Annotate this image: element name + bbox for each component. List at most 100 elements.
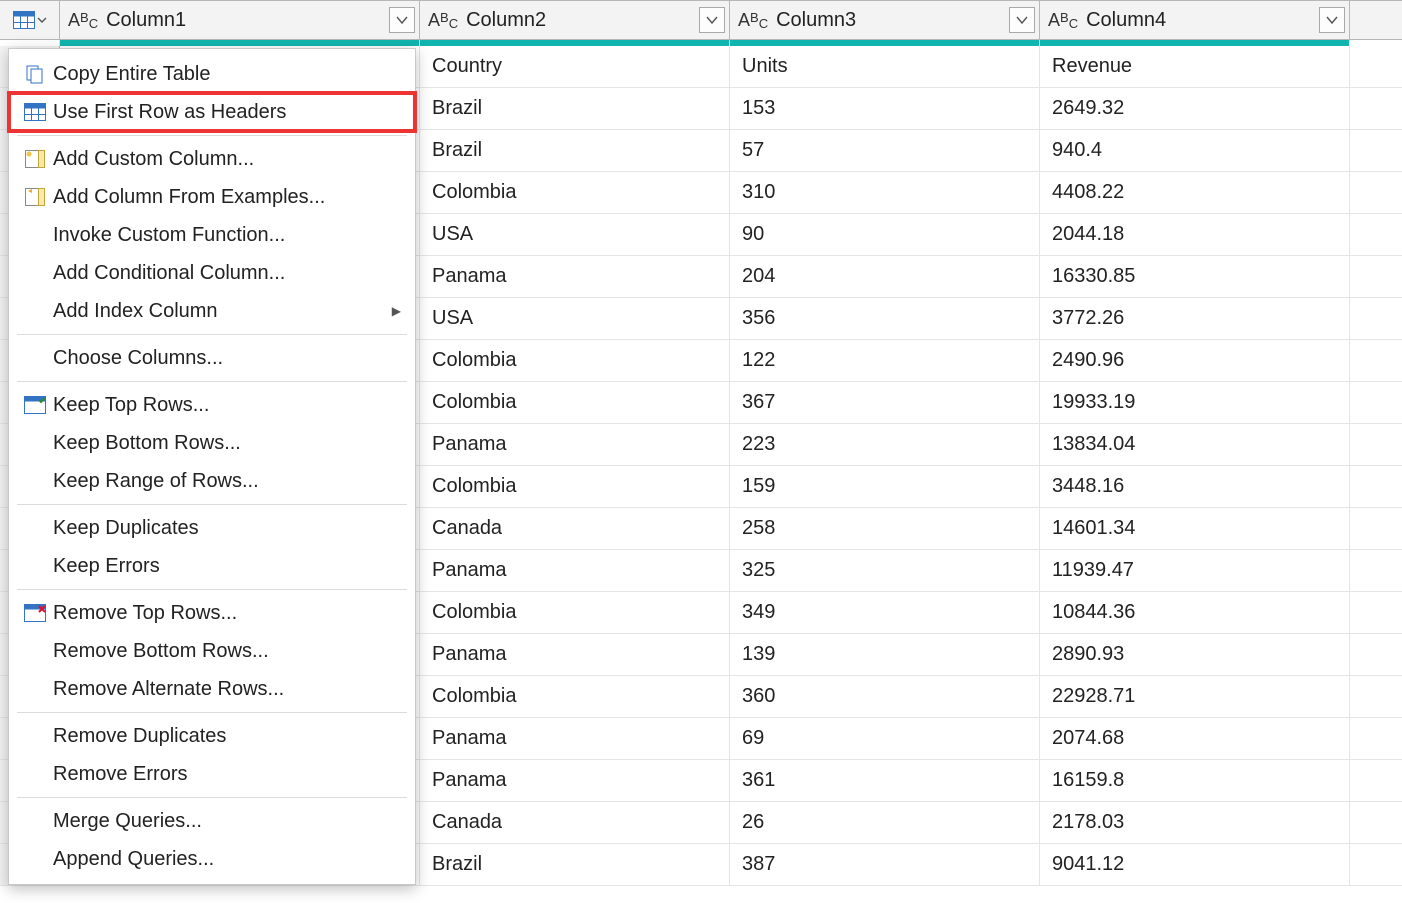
cell[interactable]: 16159.8	[1040, 760, 1350, 801]
column-header-Column2[interactable]: ABC Column2	[420, 1, 730, 39]
menu-choose-columns[interactable]: Choose Columns...	[9, 339, 415, 377]
cell[interactable]: 13834.04	[1040, 424, 1350, 465]
cell[interactable]: Panama	[420, 424, 730, 465]
cell[interactable]: Panama	[420, 634, 730, 675]
cell[interactable]: Panama	[420, 256, 730, 297]
cell[interactable]: Brazil	[420, 844, 730, 885]
menu-add-conditional-column[interactable]: Add Conditional Column...	[9, 254, 415, 292]
chevron-down-icon	[705, 13, 719, 27]
menu-append-queries[interactable]: Append Queries...	[9, 840, 415, 878]
submenu-arrow-icon: ▶	[392, 304, 401, 318]
chevron-down-icon	[1325, 13, 1339, 27]
menu-remove-alternate-rows[interactable]: Remove Alternate Rows...	[9, 670, 415, 708]
column-name: Column1	[106, 9, 389, 32]
cell[interactable]: 2490.96	[1040, 340, 1350, 381]
menu-remove-errors[interactable]: Remove Errors	[9, 755, 415, 793]
table-header-icon	[17, 103, 53, 121]
chevron-down-icon	[1015, 13, 1029, 27]
menu-remove-bottom-rows[interactable]: Remove Bottom Rows...	[9, 632, 415, 670]
column-header-Column1[interactable]: ABC Column1	[60, 1, 420, 39]
table-menu-button[interactable]	[0, 1, 60, 39]
cell[interactable]: Canada	[420, 802, 730, 843]
column-header-Column4[interactable]: ABC Column4	[1040, 1, 1350, 39]
menu-remove-duplicates[interactable]: Remove Duplicates	[9, 717, 415, 755]
cell[interactable]: 2044.18	[1040, 214, 1350, 255]
cell[interactable]: Panama	[420, 718, 730, 759]
cell[interactable]: Brazil	[420, 130, 730, 171]
cell[interactable]: Panama	[420, 550, 730, 591]
cell[interactable]: 940.4	[1040, 130, 1350, 171]
cell[interactable]: 356	[730, 298, 1040, 339]
cell[interactable]: 11939.47	[1040, 550, 1350, 591]
filter-button[interactable]	[1009, 7, 1035, 33]
remove-rows-icon	[17, 604, 53, 622]
cell[interactable]: 2890.93	[1040, 634, 1350, 675]
table-context-menu: Copy Entire Table Use First Row as Heade…	[8, 48, 416, 885]
add-column-icon	[17, 150, 53, 168]
cell[interactable]: Brazil	[420, 88, 730, 129]
column-header-Column3[interactable]: ABC Column3	[730, 1, 1040, 39]
menu-keep-duplicates[interactable]: Keep Duplicates	[9, 509, 415, 547]
cell[interactable]: Colombia	[420, 172, 730, 213]
cell[interactable]: 367	[730, 382, 1040, 423]
filter-button[interactable]	[699, 7, 725, 33]
menu-use-first-row-as-headers[interactable]: Use First Row as Headers	[9, 93, 415, 131]
cell[interactable]: 153	[730, 88, 1040, 129]
filter-button[interactable]	[1319, 7, 1345, 33]
cell[interactable]: 387	[730, 844, 1040, 885]
menu-keep-top-rows[interactable]: Keep Top Rows...	[9, 386, 415, 424]
table-icon	[13, 11, 35, 29]
cell[interactable]: 349	[730, 592, 1040, 633]
menu-invoke-custom-function[interactable]: Invoke Custom Function...	[9, 216, 415, 254]
cell[interactable]: Panama	[420, 760, 730, 801]
type-text-icon: ABC	[738, 10, 768, 31]
cell[interactable]: 3448.16	[1040, 466, 1350, 507]
cell[interactable]: 223	[730, 424, 1040, 465]
cell[interactable]: 4408.22	[1040, 172, 1350, 213]
filter-button[interactable]	[389, 7, 415, 33]
cell[interactable]: 10844.36	[1040, 592, 1350, 633]
menu-add-custom-column[interactable]: Add Custom Column...	[9, 140, 415, 178]
menu-keep-range-of-rows[interactable]: Keep Range of Rows...	[9, 462, 415, 500]
cell[interactable]: Colombia	[420, 466, 730, 507]
cell[interactable]: 360	[730, 676, 1040, 717]
cell[interactable]: 310	[730, 172, 1040, 213]
menu-keep-bottom-rows[interactable]: Keep Bottom Rows...	[9, 424, 415, 462]
menu-keep-errors[interactable]: Keep Errors	[9, 547, 415, 585]
cell[interactable]: 122	[730, 340, 1040, 381]
cell[interactable]: 19933.19	[1040, 382, 1350, 423]
cell[interactable]: Colombia	[420, 382, 730, 423]
cell[interactable]: 139	[730, 634, 1040, 675]
cell[interactable]: 258	[730, 508, 1040, 549]
cell[interactable]: 2074.68	[1040, 718, 1350, 759]
cell[interactable]: 16330.85	[1040, 256, 1350, 297]
cell[interactable]: 9041.12	[1040, 844, 1350, 885]
cell[interactable]: 22928.71	[1040, 676, 1350, 717]
menu-add-column-from-examples[interactable]: Add Column From Examples...	[9, 178, 415, 216]
cell[interactable]: 204	[730, 256, 1040, 297]
cell[interactable]: 159	[730, 466, 1040, 507]
cell[interactable]: Revenue	[1040, 46, 1350, 87]
menu-remove-top-rows[interactable]: Remove Top Rows...	[9, 594, 415, 632]
cell[interactable]: USA	[420, 298, 730, 339]
cell[interactable]: Colombia	[420, 592, 730, 633]
cell[interactable]: 325	[730, 550, 1040, 591]
menu-copy-entire-table[interactable]: Copy Entire Table	[9, 55, 415, 93]
cell[interactable]: Canada	[420, 508, 730, 549]
cell[interactable]: Units	[730, 46, 1040, 87]
menu-merge-queries[interactable]: Merge Queries...	[9, 802, 415, 840]
cell[interactable]: 2649.32	[1040, 88, 1350, 129]
cell[interactable]: 361	[730, 760, 1040, 801]
cell[interactable]: 14601.34	[1040, 508, 1350, 549]
cell[interactable]: Country	[420, 46, 730, 87]
cell[interactable]: 90	[730, 214, 1040, 255]
cell[interactable]: USA	[420, 214, 730, 255]
menu-add-index-column[interactable]: Add Index Column ▶	[9, 292, 415, 330]
cell[interactable]: 57	[730, 130, 1040, 171]
cell[interactable]: 3772.26	[1040, 298, 1350, 339]
cell[interactable]: Colombia	[420, 340, 730, 381]
cell[interactable]: 69	[730, 718, 1040, 759]
cell[interactable]: Colombia	[420, 676, 730, 717]
cell[interactable]: 26	[730, 802, 1040, 843]
cell[interactable]: 2178.03	[1040, 802, 1350, 843]
